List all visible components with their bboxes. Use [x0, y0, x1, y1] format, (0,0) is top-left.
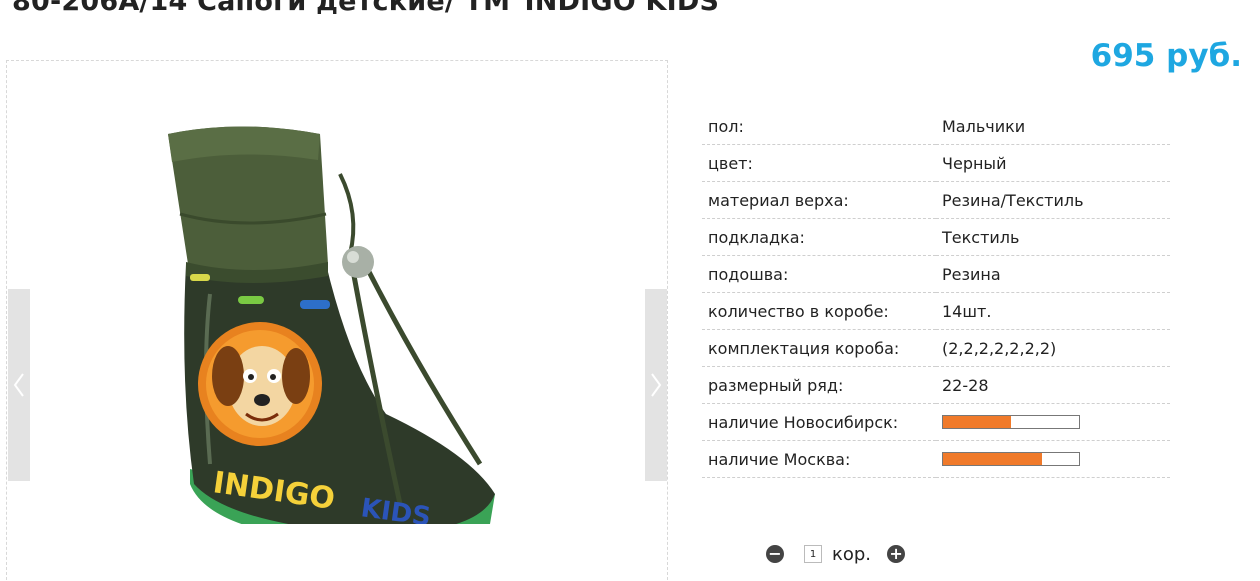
spec-label: материал верха:: [702, 181, 936, 219]
stock-label: наличие Новосибирск:: [702, 403, 936, 441]
spec-row: размерный ряд: 22-28: [702, 366, 1170, 404]
spec-label: подошва:: [702, 255, 936, 293]
spec-value: Резина: [936, 255, 1170, 293]
spec-value: 22-28: [936, 366, 1170, 404]
chevron-right-icon: [651, 373, 662, 397]
spec-row: подошва: Резина: [702, 255, 1170, 293]
stock-bar: [942, 415, 1080, 429]
increment-button[interactable]: +: [887, 545, 906, 563]
spec-value: Черный: [936, 144, 1170, 182]
chevron-left-icon: [13, 373, 24, 397]
spec-label: количество в коробе:: [702, 292, 936, 330]
spec-value: Текстиль: [936, 218, 1170, 256]
product-title: 80-206A/14 Сапоги детские/ ТМ"INDIGO KID…: [12, 0, 734, 17]
product-price: 695 руб.: [1090, 38, 1242, 74]
stock-bar-fill: [943, 416, 1011, 428]
spec-label: комплектация короба:: [702, 329, 936, 367]
stock-bar: [942, 452, 1080, 466]
stock-row-moscow: наличие Москва:: [702, 440, 1170, 478]
quantity-stepper: − кор. +: [766, 542, 906, 566]
spec-value: 14шт.: [936, 292, 1170, 330]
spec-value: (2,2,2,2,2,2,2): [936, 329, 1170, 367]
spec-row: количество в коробе: 14шт.: [702, 292, 1170, 330]
spec-row: пол: Мальчики: [702, 108, 1170, 145]
spec-value: Мальчики: [936, 108, 1170, 145]
spec-row: комплектация короба: (2,2,2,2,2,2,2): [702, 329, 1170, 367]
stock-row-novosibirsk: наличие Новосибирск:: [702, 403, 1170, 441]
spec-value: Резина/Текстиль: [936, 181, 1170, 219]
quantity-input[interactable]: [804, 545, 822, 563]
spec-row: цвет: Черный: [702, 144, 1170, 182]
quantity-unit: кор.: [832, 543, 872, 565]
spec-label: цвет:: [702, 144, 936, 182]
spec-row: материал верха: Резина/Текстиль: [702, 181, 1170, 219]
stock-bar-fill: [943, 453, 1043, 465]
spec-table: пол: Мальчики цвет: Черный материал верх…: [702, 108, 1170, 478]
gallery-next-button[interactable]: [645, 289, 667, 481]
spec-label: размерный ряд:: [702, 366, 936, 404]
stock-value: [936, 403, 1170, 441]
stock-label: наличие Москва:: [702, 440, 936, 478]
gallery-prev-button[interactable]: [8, 289, 30, 481]
spec-row: подкладка: Текстиль: [702, 218, 1170, 256]
spec-label: подкладка:: [702, 218, 936, 256]
rubber-boot-photo: INDIGO KIDS: [168, 126, 495, 524]
decrement-button[interactable]: −: [766, 545, 784, 563]
stock-value: [936, 440, 1170, 478]
spec-label: пол:: [702, 108, 936, 145]
